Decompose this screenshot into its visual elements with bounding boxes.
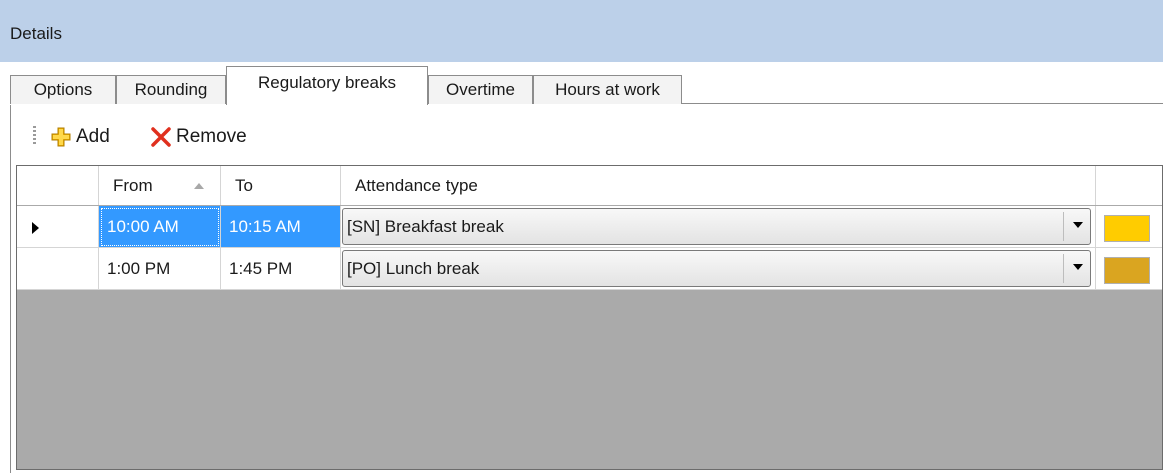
- table-row[interactable]: 1:00 PM 1:45 PM [PO] Lunch break: [17, 248, 1162, 290]
- dropdown-value: [SN] Breakfast break: [347, 216, 504, 236]
- current-row-arrow-icon: [32, 222, 39, 234]
- row-header[interactable]: [17, 248, 99, 290]
- tab-strip: Options Rounding Regulatory breaks Overt…: [0, 62, 1163, 105]
- plus-icon: [51, 127, 71, 147]
- remove-button[interactable]: Remove: [151, 125, 247, 149]
- tab-overtime[interactable]: Overtime: [428, 75, 533, 104]
- dropdown-value: [PO] Lunch break: [347, 258, 480, 278]
- cell-value: 1:45 PM: [229, 258, 293, 278]
- attendance-type-dropdown[interactable]: [SN] Breakfast break: [342, 208, 1091, 245]
- remove-button-label: Remove: [176, 126, 247, 147]
- column-header-label: From: [113, 175, 153, 195]
- row-header-current[interactable]: [17, 206, 99, 248]
- cell-to[interactable]: 10:15 AM: [221, 206, 341, 248]
- tab-options[interactable]: Options: [10, 75, 116, 104]
- column-header-from[interactable]: From: [99, 166, 221, 205]
- column-header-to[interactable]: To: [221, 166, 341, 205]
- tab-label: Options: [33, 80, 93, 99]
- chevron-down-icon[interactable]: [1072, 221, 1084, 229]
- cell-from[interactable]: 1:00 PM: [99, 248, 221, 290]
- cell-value: 10:00 AM: [107, 216, 179, 236]
- tab-label: Overtime: [446, 80, 515, 99]
- chevron-down-icon[interactable]: [1072, 263, 1084, 271]
- cell-value: 10:15 AM: [229, 216, 301, 236]
- regulatory-breaks-grid[interactable]: From To Attendance type 10:00 AM 10:15 A…: [16, 165, 1163, 470]
- tab-label: Rounding: [134, 80, 208, 99]
- grid-header-row: From To Attendance type: [17, 166, 1162, 205]
- attendance-type-dropdown[interactable]: [PO] Lunch break: [342, 250, 1091, 287]
- cell-from[interactable]: 10:00 AM: [99, 206, 221, 248]
- cell-value: 1:00 PM: [107, 258, 171, 278]
- column-header-label: Attendance type: [355, 175, 478, 195]
- details-panel-header: Details: [0, 0, 1163, 62]
- toolbar-grip[interactable]: [33, 126, 36, 146]
- color-swatch: [1104, 257, 1150, 284]
- add-button-label: Add: [76, 126, 110, 147]
- column-header-label: To: [235, 175, 253, 195]
- column-header-attendance-type[interactable]: Attendance type: [341, 166, 1096, 205]
- cell-color[interactable]: [1096, 248, 1162, 290]
- table-row[interactable]: 10:00 AM 10:15 AM [SN] Breakfast break: [17, 206, 1162, 248]
- tab-hours-at-work[interactable]: Hours at work: [533, 75, 682, 104]
- column-header-color[interactable]: [1096, 166, 1162, 205]
- tab-label: Regulatory breaks: [258, 73, 396, 92]
- cell-attendance-type[interactable]: [PO] Lunch break: [341, 248, 1096, 290]
- tab-label: Hours at work: [555, 80, 660, 99]
- tab-regulatory-breaks[interactable]: Regulatory breaks: [226, 66, 428, 105]
- add-button[interactable]: Add: [51, 125, 110, 149]
- color-swatch: [1104, 215, 1150, 242]
- cell-color[interactable]: [1096, 206, 1162, 248]
- row-header-corner: [17, 166, 99, 205]
- sort-ascending-icon: [194, 183, 204, 189]
- cell-attendance-type[interactable]: [SN] Breakfast break: [341, 206, 1096, 248]
- cell-to[interactable]: 1:45 PM: [221, 248, 341, 290]
- toolbar: Add Remove: [11, 105, 1163, 167]
- panel-title: Details: [10, 24, 62, 43]
- red-x-icon: [151, 127, 171, 147]
- tab-rounding[interactable]: Rounding: [116, 75, 226, 104]
